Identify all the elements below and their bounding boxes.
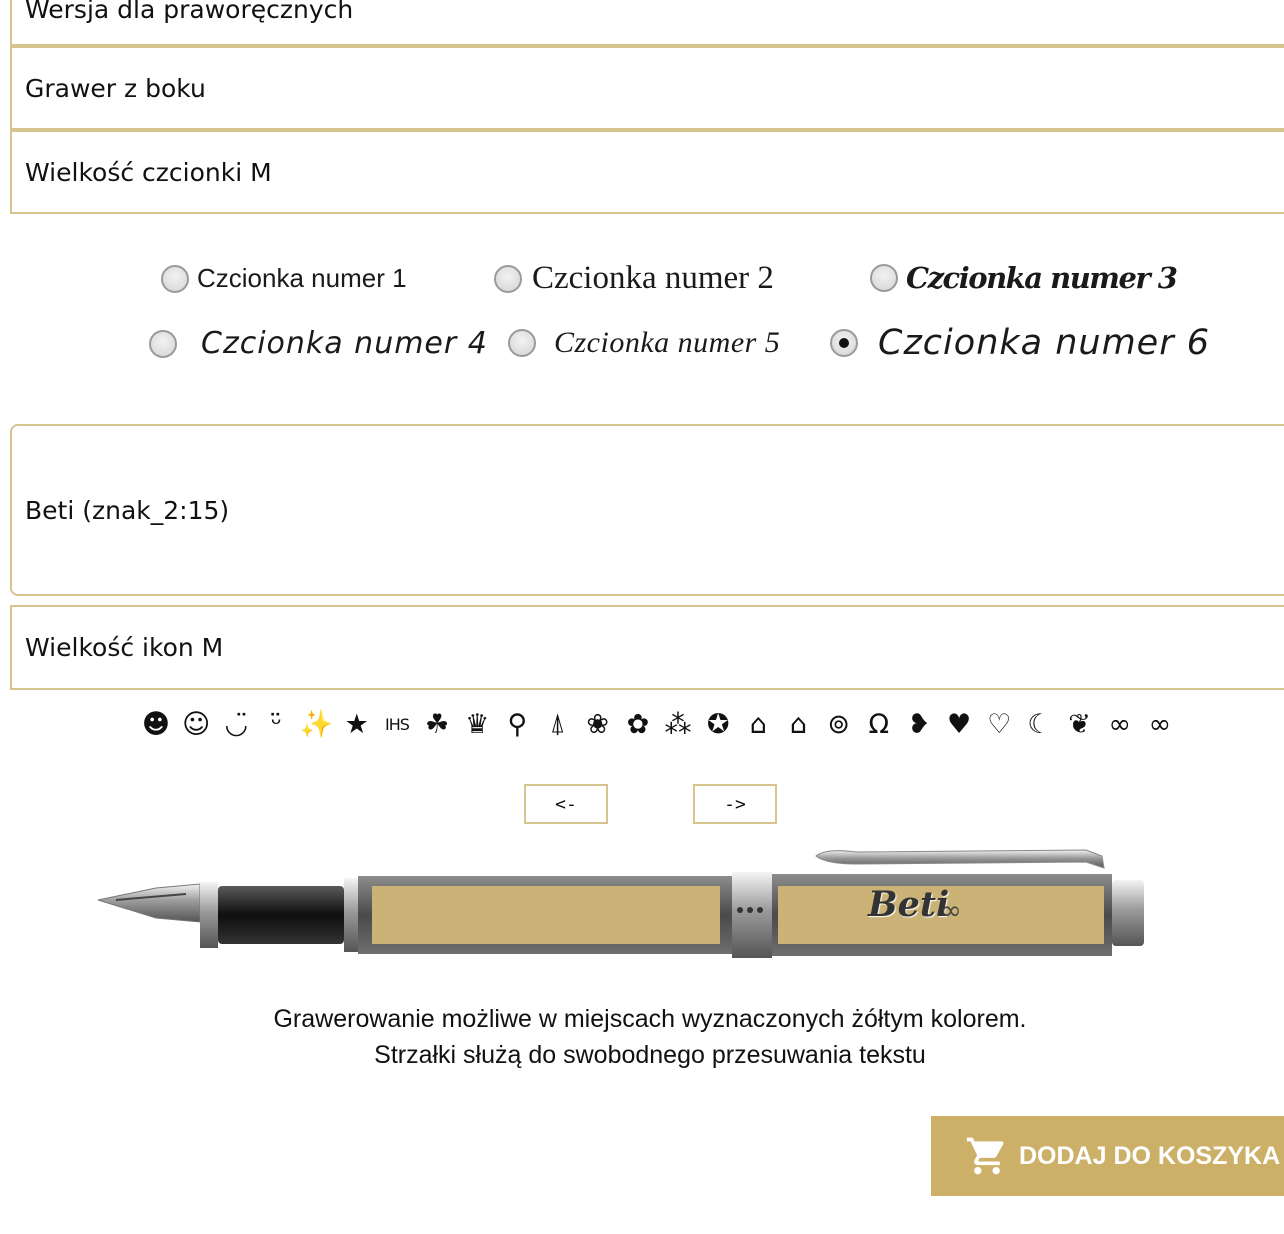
font-label-6: Czcionka numer 6 — [878, 323, 1210, 363]
font-option-6[interactable]: Czcionka numer 6 — [830, 323, 1210, 363]
crescent-icon[interactable]: ☾ — [1021, 709, 1057, 740]
add-to-cart-label: DODAJ DO KOSZYKA — [1019, 1141, 1281, 1170]
engraving-info-line1: Grawerowanie możliwe w miejscach wyznacz… — [273, 1005, 1027, 1033]
crown-icon[interactable]: ♛ — [459, 709, 495, 740]
medal-icon[interactable]: ✪ — [700, 709, 736, 740]
font-label-1: Czcionka numer 1 — [197, 263, 407, 293]
cat-icon[interactable]: ⚲ — [499, 709, 535, 740]
engraving-preview-text: Beti — [868, 884, 950, 925]
rose-bud-icon[interactable]: ✿ — [620, 709, 656, 740]
engraving-info-line2: Strzałki służą do swobodnego przesuwania… — [374, 1041, 926, 1069]
icon-picker: ☻ ☺ ◡̈ ᵕ̈ ✨ ★ IHS ☘ ♛ ⚲ ⍋ ❀ ✿ ⁂ ✪ ⌂ ⌂ ⊚ Ω ❥ ♥ ♡ ☾ ❦ ∞ ∞ — [138, 704, 1178, 744]
font-label-4: Czcionka numer 4 — [201, 326, 488, 361]
cart-icon — [966, 1137, 1004, 1175]
star-icon[interactable]: ★ — [339, 709, 375, 740]
font-radio-4[interactable] — [149, 329, 177, 358]
half-heart-icon[interactable]: ❥ — [901, 709, 937, 740]
font-option-3[interactable]: Czcionka numer 3 — [870, 261, 1178, 295]
engraving-side-select[interactable]: Grawer z boku — [10, 46, 1284, 130]
hand-version-value: Wersja dla praworęcznych — [25, 0, 354, 24]
smile-icon[interactable]: ☺ — [178, 709, 214, 740]
font-option-1[interactable]: Czcionka numer 1 — [161, 263, 407, 294]
sparkle-icon[interactable]: ✨ — [299, 708, 335, 740]
font-option-5[interactable]: Czcionka numer 5 — [508, 326, 780, 360]
font-label-5: Czcionka numer 5 — [554, 326, 781, 359]
pen-preview — [97, 849, 1144, 958]
move-right-button[interactable]: -> — [693, 784, 777, 824]
font-option-2[interactable]: Czcionka numer 2 — [494, 260, 774, 297]
icon-size-value: Wielkość ikon M — [25, 633, 224, 662]
tie-icon[interactable]: ⍋ — [540, 708, 576, 740]
move-left-label: <- — [555, 793, 577, 815]
hand-version-select[interactable]: Wersja dla praworęcznych — [10, 0, 1284, 46]
ihs-icon[interactable]: IHS — [379, 715, 415, 734]
engraving-text-input[interactable]: Beti (znak_2:15) — [10, 424, 1284, 596]
clover-icon[interactable]: ☘ — [419, 709, 455, 740]
rose-icon[interactable]: ❀ — [580, 709, 616, 740]
move-right-label: -> — [724, 793, 746, 815]
grin-icon[interactable]: ◡̈ — [218, 709, 254, 740]
infinity-icon: ∞ — [940, 896, 962, 926]
infinity-small-icon[interactable]: ∞ — [1102, 709, 1138, 740]
grin-wide-icon[interactable]: ᵕ̈ — [258, 709, 294, 740]
font-label-3: Czcionka numer 3 — [906, 261, 1178, 295]
move-left-button[interactable]: <- — [524, 784, 608, 824]
big-smile-icon[interactable]: ☻ — [138, 709, 174, 740]
font-size-select[interactable]: Wielkość czcionki M — [10, 130, 1284, 214]
mortarboard-icon[interactable]: ⌂ — [781, 709, 817, 740]
paw-icon[interactable]: ⁂ — [660, 709, 696, 740]
engraving-text-value: Beti (znak_2:15) — [25, 495, 230, 525]
horseshoe-icon[interactable]: Ω — [861, 709, 897, 740]
font-radio-5[interactable] — [508, 329, 536, 357]
mortarboard-small-icon[interactable]: ⌂ — [740, 709, 776, 740]
font-radio-2[interactable] — [494, 264, 522, 293]
icon-size-select[interactable]: Wielkość ikon M — [10, 605, 1284, 690]
heart-icon[interactable]: ♥ — [941, 709, 977, 740]
rings-icon[interactable]: ⊚ — [821, 709, 857, 740]
font-radio-1[interactable] — [161, 264, 189, 293]
heart-outline-icon[interactable]: ♡ — [981, 709, 1017, 740]
font-size-value: Wielkość czcionki M — [25, 157, 272, 187]
font-radio-3[interactable] — [870, 264, 898, 292]
font-option-4[interactable]: Czcionka numer 4 — [149, 326, 488, 361]
double-heart-icon[interactable]: ❦ — [1062, 709, 1098, 740]
engraving-side-value: Grawer z boku — [25, 73, 206, 103]
font-label-2: Czcionka numer 2 — [532, 260, 774, 296]
add-to-cart-button[interactable]: DODAJ DO KOSZYKA — [931, 1116, 1284, 1196]
infinity-icon[interactable]: ∞ — [1142, 709, 1178, 740]
font-radio-6[interactable] — [830, 329, 858, 357]
